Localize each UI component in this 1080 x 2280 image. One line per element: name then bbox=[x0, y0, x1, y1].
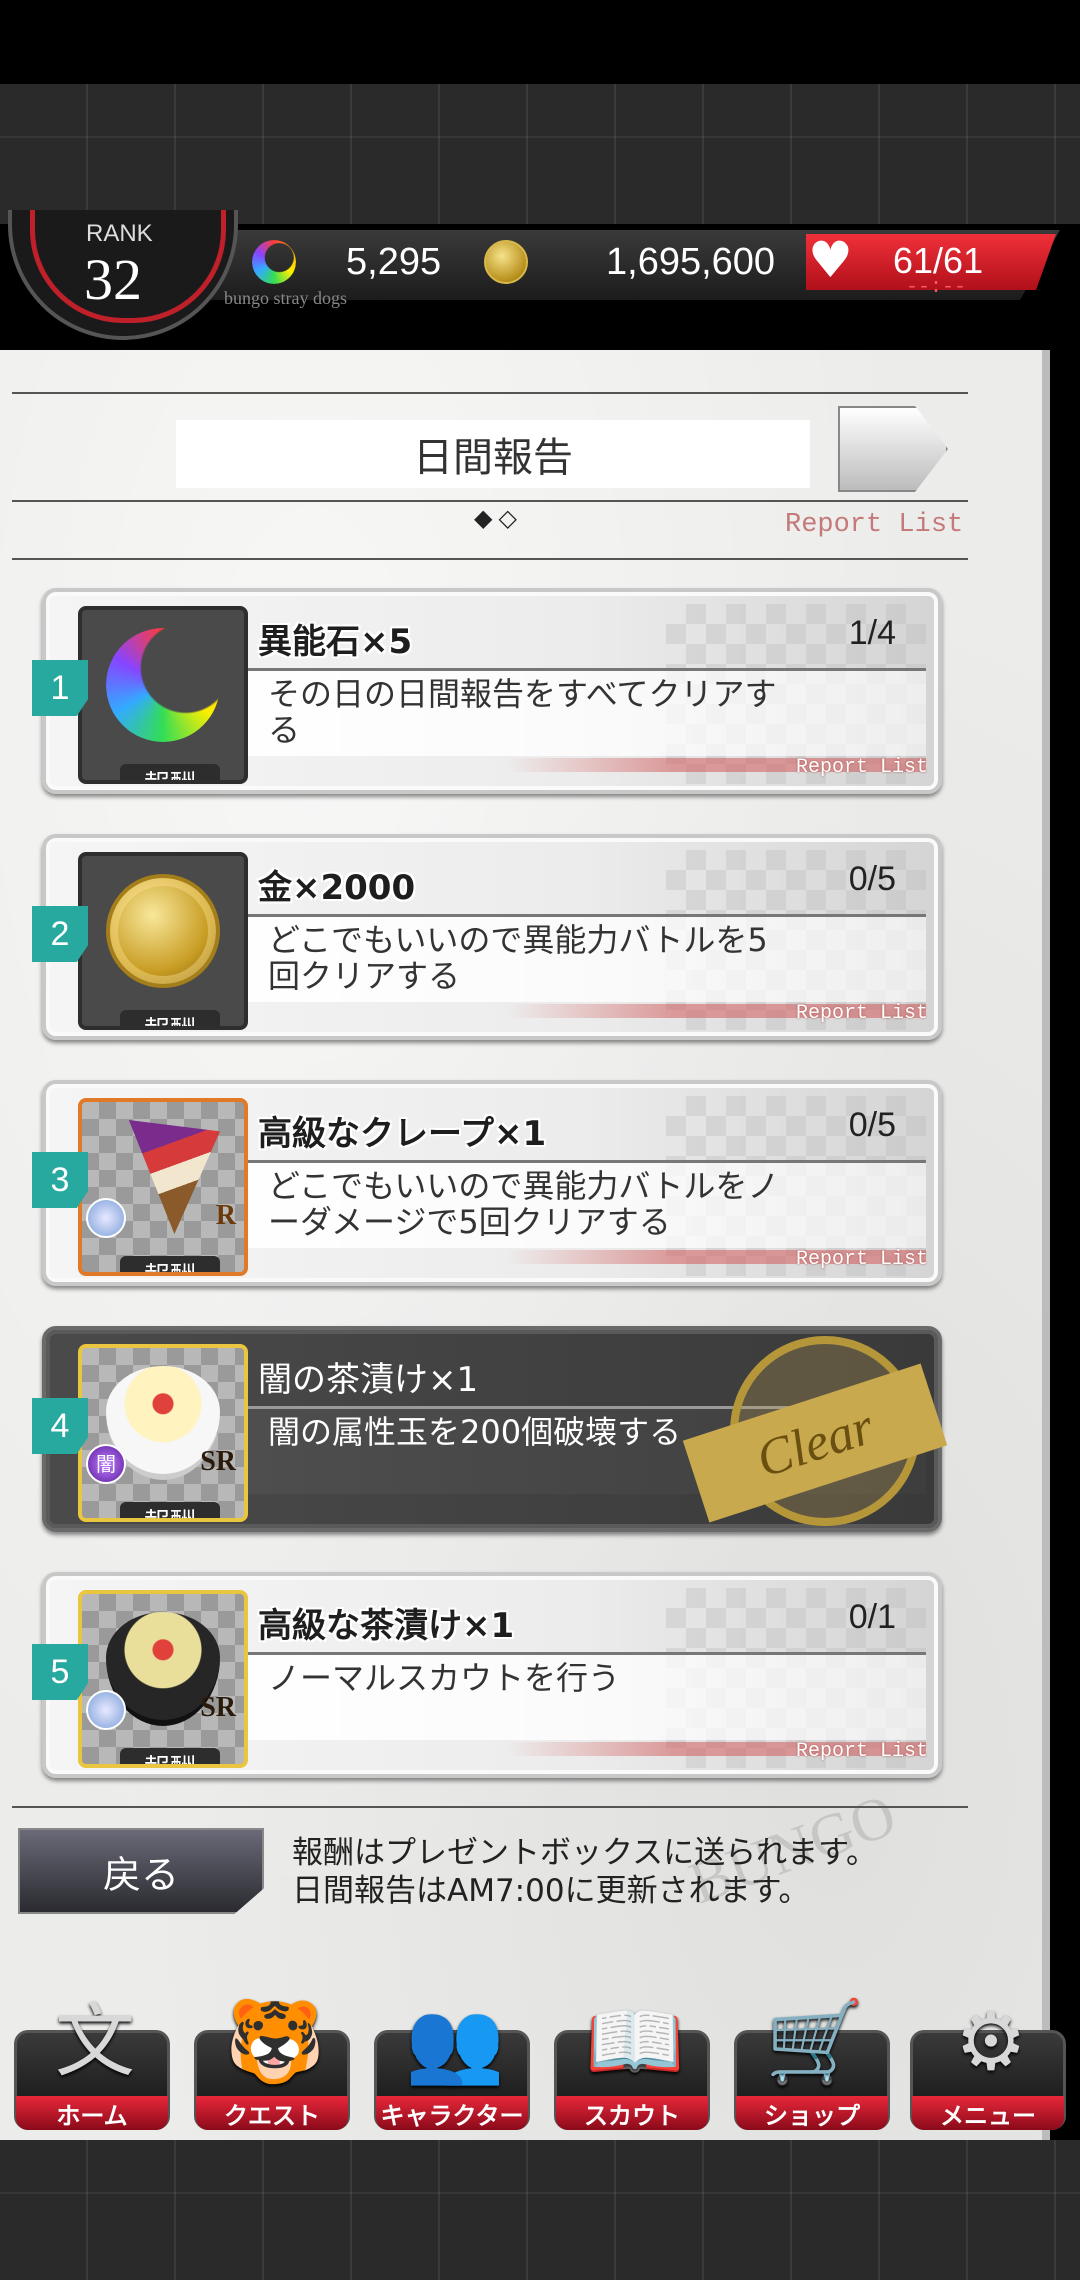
character-icon: 👥 bbox=[405, 1995, 505, 2088]
nav-scout[interactable]: 📖 スカウト bbox=[550, 1990, 714, 2140]
quest-tiger-icon: 🐯 bbox=[225, 1995, 325, 2088]
mission-number: 3 bbox=[32, 1152, 88, 1208]
notice-line-2: 日間報告はAM7:00に更新されます。 bbox=[292, 1873, 810, 1909]
mission-reward: 高級なクレープ×1 bbox=[258, 1114, 547, 1154]
nav-label: メニュー bbox=[912, 2096, 1064, 2130]
money-count: 1,695,600 bbox=[606, 240, 776, 283]
coin-icon bbox=[484, 240, 528, 284]
mission-reward: 金×2000 bbox=[258, 868, 416, 908]
divider bbox=[12, 558, 968, 560]
page-indicator: ◆◇ bbox=[474, 504, 523, 532]
mission-reward: 異能石×5 bbox=[258, 622, 413, 662]
divider bbox=[12, 392, 968, 394]
notice-text: 報酬はプレゼントボックスに送られます。 日間報告はAM7:00に更新されます。 bbox=[292, 1834, 877, 1910]
report-list-label: Report List bbox=[785, 510, 964, 540]
reward-label: 報酬 bbox=[120, 1748, 220, 1764]
nav-home[interactable]: 文 ホーム bbox=[10, 1990, 174, 2140]
menu-gear-icon: ⚙ bbox=[955, 1995, 1027, 2088]
reward-frame: 報酬 bbox=[78, 606, 248, 784]
card-footer: Report List bbox=[795, 1740, 928, 1763]
shop-cart-icon: 🛒 bbox=[765, 1995, 865, 2088]
hp-timer: --:-- bbox=[906, 276, 967, 299]
mission-description: その日の日間報告をすべてクリアする bbox=[268, 675, 777, 749]
reward-label: 報酬 bbox=[120, 1010, 220, 1026]
reward-label: 報酬 bbox=[120, 1256, 220, 1272]
mission-description: ノーマルスカウトを行う bbox=[268, 1659, 621, 1697]
gem-count: 5,295 bbox=[346, 240, 442, 283]
attribute-badge-icon bbox=[86, 1198, 126, 1238]
ability-stone-icon bbox=[252, 240, 296, 284]
mission-number: 2 bbox=[32, 906, 88, 962]
nav-label: クエスト bbox=[196, 2096, 348, 2130]
clear-stamp: Clear bbox=[682, 1330, 948, 1540]
card-footer: Report List bbox=[795, 1002, 928, 1025]
bottom-navigation: 文 ホーム 🐯 クエスト 👥 キャラクター 📖 スカウト 🛒 ショップ ⚙ メニ… bbox=[0, 1990, 1080, 2140]
reward-frame: R 報酬 bbox=[78, 1098, 248, 1276]
nav-quest[interactable]: 🐯 クエスト bbox=[190, 1990, 354, 2140]
nav-label: キャラクター bbox=[376, 2096, 528, 2130]
gold-coin-icon bbox=[106, 874, 220, 988]
reward-label: 報酬 bbox=[120, 764, 220, 780]
back-button[interactable]: 戻る bbox=[18, 1828, 264, 1914]
rank-value: 32 bbox=[84, 247, 142, 312]
nav-character[interactable]: 👥 キャラクター bbox=[370, 1990, 534, 2140]
gem-counter[interactable]: 5,295 bbox=[252, 234, 441, 290]
mission-reward: 闇の茶漬け×1 bbox=[258, 1360, 479, 1400]
rarity-badge: SR bbox=[200, 1692, 236, 1723]
mission-progress: 0/5 bbox=[848, 860, 896, 898]
mission-card-1[interactable]: 報酬 1 異能石×5 1/4 その日の日間報告をすべてクリアする Report … bbox=[32, 588, 942, 794]
player-status-bar: RANK 32 5,295 1,695,600 ♥ 61/61 --:-- bu… bbox=[0, 210, 1080, 340]
rarity-badge: R bbox=[215, 1200, 236, 1231]
reward-frame: SR 報酬 bbox=[78, 1590, 248, 1768]
attribute-badge-icon bbox=[86, 1690, 126, 1730]
rainbow-moon-stone-icon bbox=[106, 628, 220, 742]
mission-progress: 1/4 bbox=[848, 614, 896, 652]
card-footer: Report List bbox=[795, 1248, 928, 1271]
mission-reward: 高級な茶漬け×1 bbox=[258, 1606, 515, 1646]
mission-card-5[interactable]: SR 報酬 5 高級な茶漬け×1 0/1 ノーマルスカウトを行う Report … bbox=[32, 1572, 942, 1778]
mission-number: 4 bbox=[32, 1398, 88, 1454]
mission-card-2[interactable]: 報酬 2 金×2000 0/5 どこでもいいので異能力バトルを5回クリアする R… bbox=[32, 834, 942, 1040]
mission-description: どこでもいいので異能力バトルを5回クリアする bbox=[268, 921, 768, 995]
divider bbox=[12, 500, 968, 502]
scout-book-icon: 📖 bbox=[585, 1995, 685, 2088]
mission-card-3[interactable]: R 報酬 3 高級なクレープ×1 0/5 どこでもいいので異能力バトルをノーダメ… bbox=[32, 1080, 942, 1286]
nav-shop[interactable]: 🛒 ショップ bbox=[730, 1990, 894, 2140]
nav-label: スカウト bbox=[556, 2096, 708, 2130]
rank-label: RANK bbox=[86, 220, 153, 247]
card-footer: Report List bbox=[795, 756, 928, 779]
divider bbox=[12, 1806, 968, 1808]
heart-icon: ♥ bbox=[808, 231, 853, 289]
notice-line-1: 報酬はプレゼントボックスに送られます。 bbox=[292, 1835, 877, 1871]
home-bungo-icon: 文 bbox=[55, 1995, 135, 2088]
mission-progress: 0/5 bbox=[848, 1106, 896, 1144]
mission-number: 1 bbox=[32, 660, 88, 716]
mission-number: 5 bbox=[32, 1644, 88, 1700]
dark-attribute-icon: 闇 bbox=[86, 1444, 126, 1484]
bottom-background bbox=[0, 2140, 1080, 2280]
mission-description: 闇の属性玉を200個破壊する bbox=[268, 1413, 682, 1451]
rarity-badge: SR bbox=[200, 1446, 236, 1477]
page-title: 日間報告 bbox=[176, 420, 810, 488]
money-counter[interactable]: 1,695,600 bbox=[484, 234, 775, 290]
mission-progress: 0/1 bbox=[848, 1598, 896, 1636]
system-status-bar bbox=[0, 0, 1080, 84]
mission-description: どこでもいいので異能力バトルをノーダメージで5回クリアする bbox=[268, 1167, 780, 1241]
reward-frame: 闇 SR 報酬 bbox=[78, 1344, 248, 1522]
reward-label: 報酬 bbox=[120, 1502, 220, 1518]
reward-frame: 報酬 bbox=[78, 852, 248, 1030]
top-background bbox=[0, 84, 1080, 224]
nav-menu[interactable]: ⚙ メニュー bbox=[906, 1990, 1070, 2140]
nav-label: ショップ bbox=[736, 2096, 888, 2130]
game-subtitle: bungo stray dogs bbox=[224, 288, 347, 308]
nav-label: ホーム bbox=[16, 2096, 168, 2130]
